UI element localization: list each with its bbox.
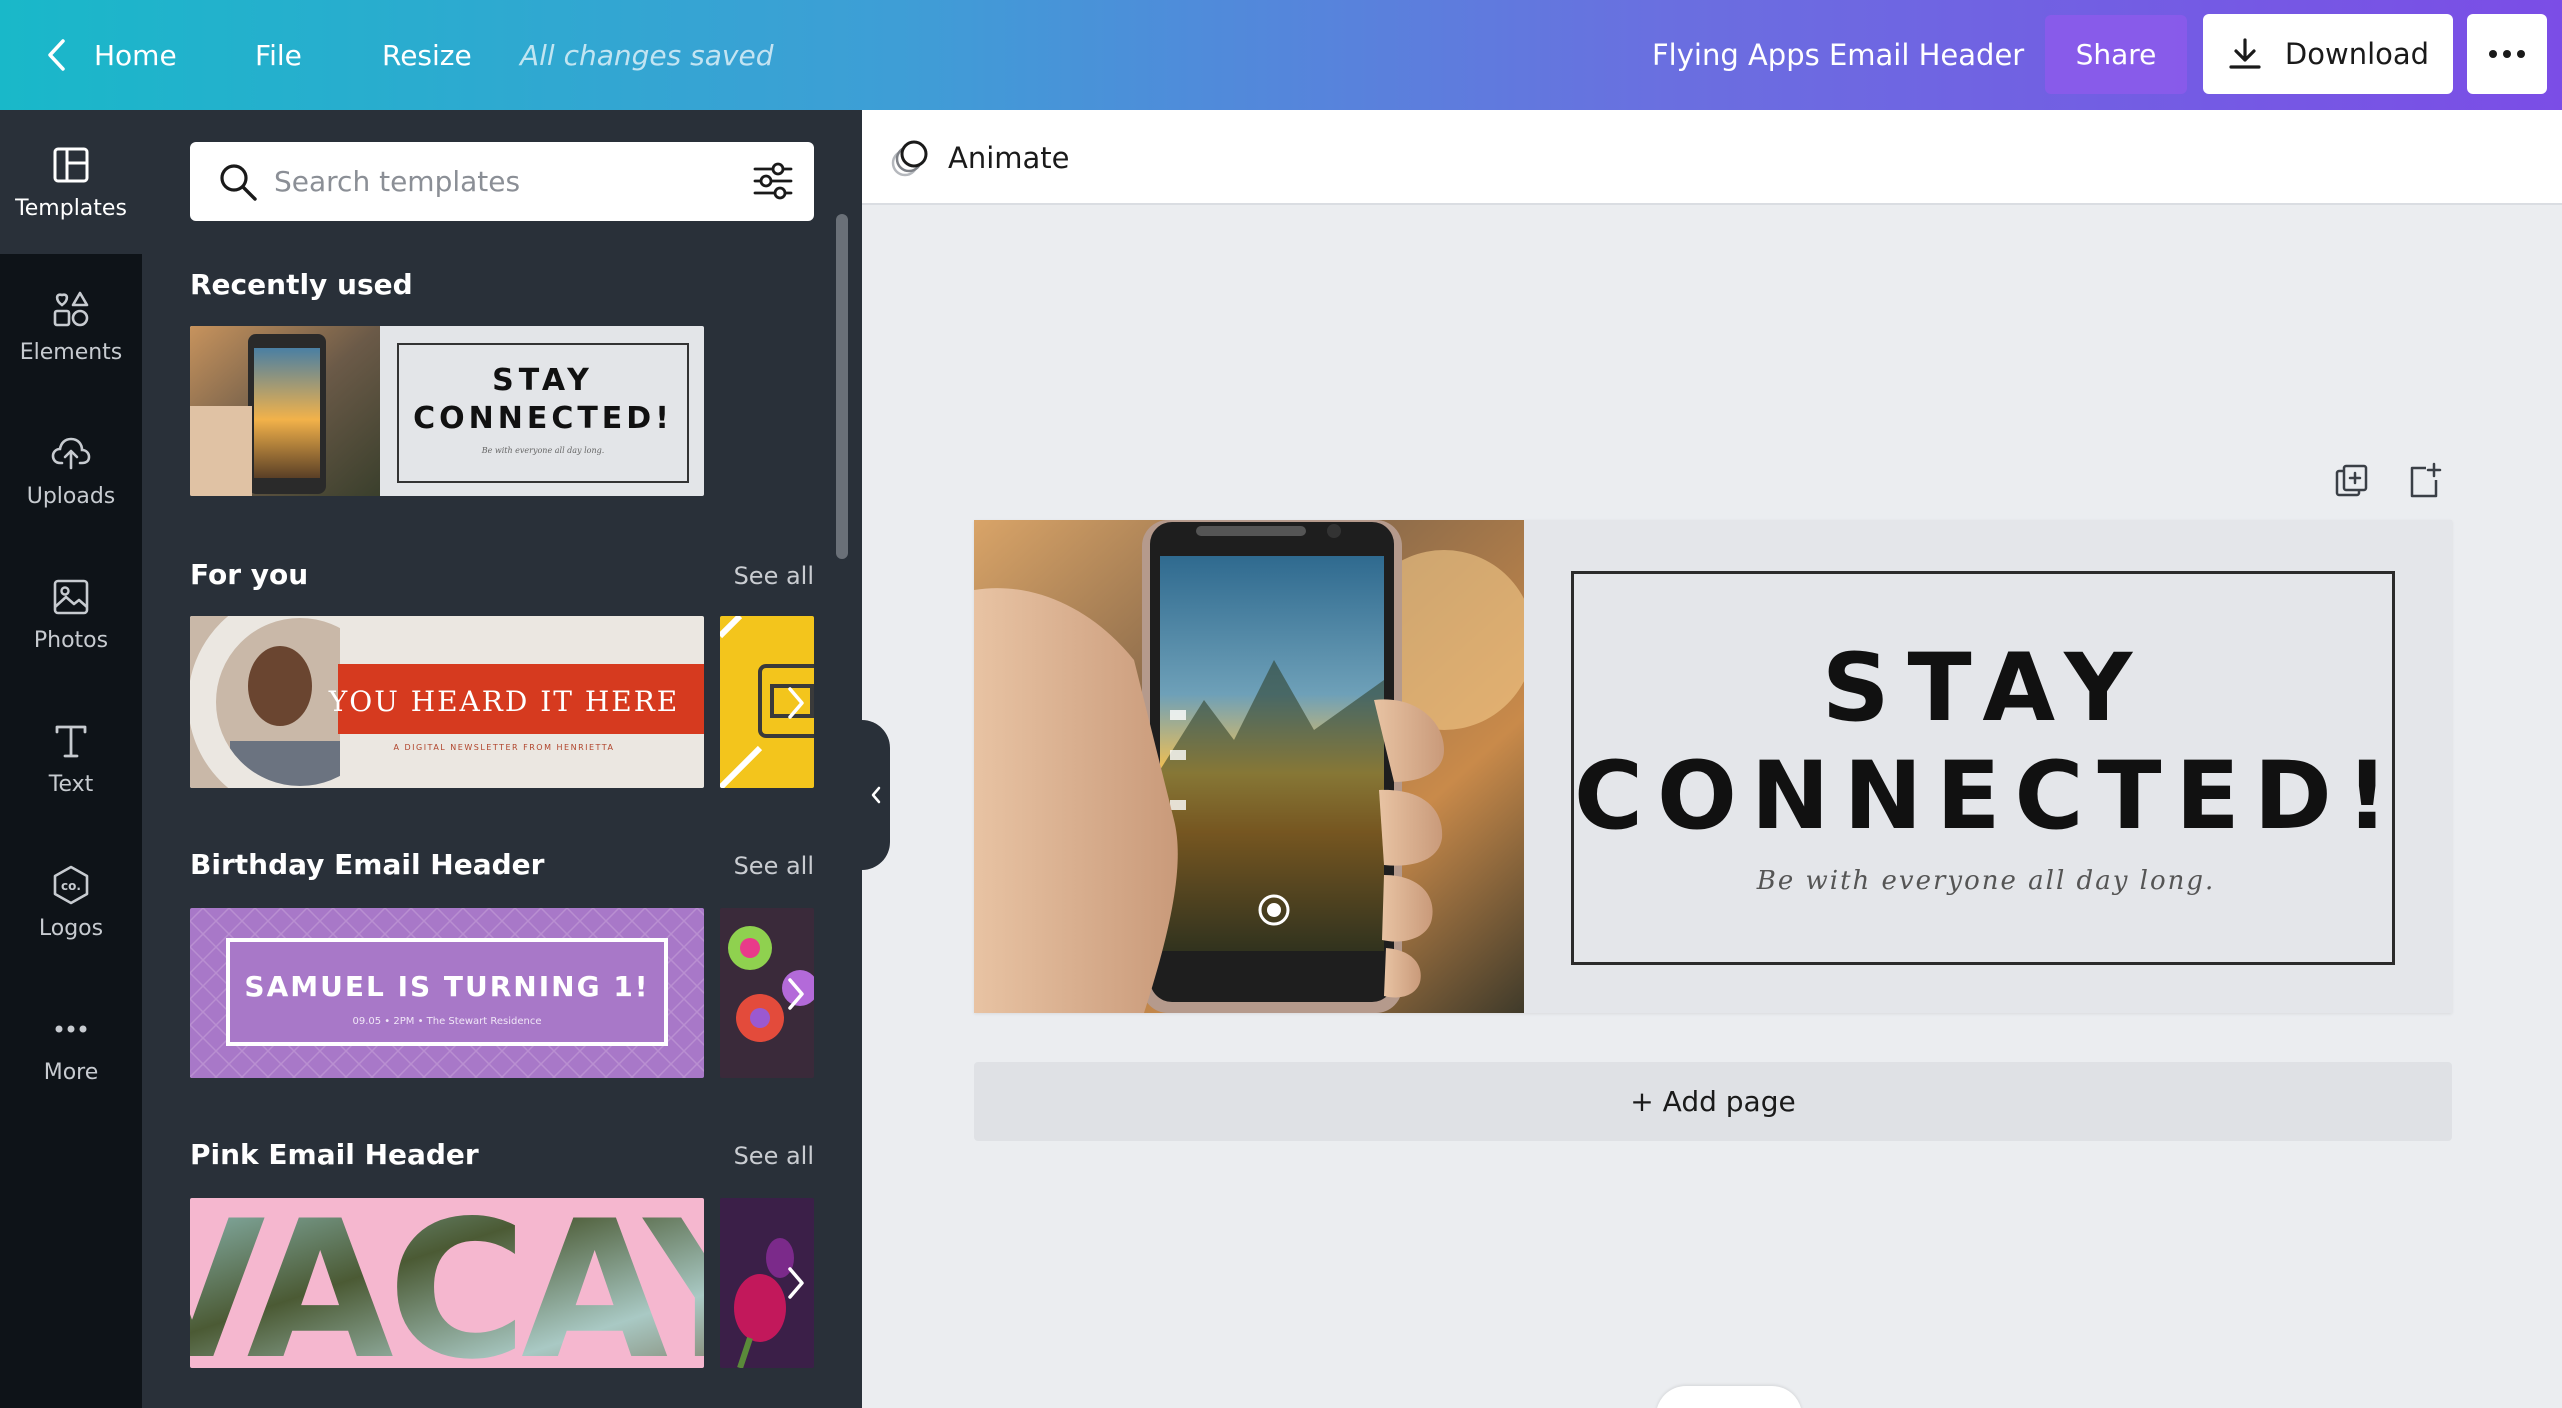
rail-item-logos[interactable]: co. Logos xyxy=(0,830,142,974)
animate-icon xyxy=(891,140,928,176)
search-icon xyxy=(220,164,257,201)
rail-label: More xyxy=(43,1059,99,1085)
rail-item-uploads[interactable]: Uploads xyxy=(0,398,142,542)
section-title-birthday: Birthday Email Header xyxy=(190,848,545,881)
design-canvas[interactable]: STAY CONNECTED! Be with everyone all day… xyxy=(974,520,2452,1013)
photo-icon xyxy=(53,579,89,614)
see-all-link-pink[interactable]: See all xyxy=(734,1142,814,1170)
search-box[interactable] xyxy=(190,142,814,221)
more-options-button[interactable] xyxy=(2467,14,2547,94)
duplicate-page-icon[interactable] xyxy=(2332,462,2372,502)
headline-line-2[interactable]: CONNECTED! xyxy=(1574,742,2398,851)
template-thumbnail-pink[interactable]: VACAY xyxy=(190,1198,704,1368)
thumb-text: VACAY xyxy=(190,1198,704,1368)
top-bar: Home File Resize All changes saved Flyin… xyxy=(0,0,2562,110)
rail-item-text[interactable]: Text xyxy=(0,686,142,830)
section-title-pink: Pink Email Header xyxy=(190,1138,479,1171)
ellipsis-icon xyxy=(2489,50,2525,58)
template-thumbnail-recent[interactable]: STAY CONNECTED! Be with everyone all day… xyxy=(190,326,704,496)
share-button[interactable]: Share xyxy=(2045,15,2187,94)
thumb-text: Be with everyone all day long. xyxy=(481,446,605,455)
elements-icon xyxy=(53,291,89,326)
templates-panel: Recently used STAY CONNECTED! Be with ev… xyxy=(142,110,862,1408)
resize-menu[interactable]: Resize xyxy=(382,0,472,110)
see-all-link-birthday[interactable]: See all xyxy=(734,852,814,880)
templates-icon xyxy=(53,147,89,182)
svg-text:co.: co. xyxy=(61,879,81,893)
thumb-text: 09.05 • 2PM • The Stewart Residence xyxy=(352,1016,541,1027)
rail-label: Text xyxy=(48,771,94,797)
thumb-text: A DIGITAL NEWSLETTER FROM HENRIETTA xyxy=(393,743,614,752)
animate-label: Animate xyxy=(948,140,1070,175)
rail-label: Templates xyxy=(15,195,127,221)
left-rail: Templates Elements Uploads Photos Text c… xyxy=(0,110,142,1408)
rail-label: Elements xyxy=(19,339,123,365)
thumb-text: STAY xyxy=(492,363,594,398)
animate-button[interactable]: Animate xyxy=(888,110,1070,205)
add-page-button[interactable]: + Add page xyxy=(974,1062,2452,1141)
rail-label: Uploads xyxy=(26,483,116,509)
rail-label: Logos xyxy=(38,915,104,941)
download-button[interactable]: Download xyxy=(2203,14,2453,94)
home-menu[interactable]: Home xyxy=(94,0,177,110)
back-chevron-icon[interactable] xyxy=(36,0,76,110)
collapse-panel-button[interactable] xyxy=(862,720,890,870)
thumb-text: CONNECTED! xyxy=(413,401,673,436)
download-label: Download xyxy=(2284,37,2430,71)
thumb-text: SAMUEL IS TURNING 1! xyxy=(244,970,649,1003)
section-title-recently-used: Recently used xyxy=(190,268,413,301)
chevron-right-icon[interactable] xyxy=(776,683,816,723)
template-thumbnail-for-you[interactable]: YOU HEARD IT HERE A DIGITAL NEWSLETTER F… xyxy=(190,616,704,788)
chevron-left-icon xyxy=(871,786,881,804)
cloud-upload-icon xyxy=(51,437,91,469)
rail-label: Photos xyxy=(33,627,109,653)
rail-item-more[interactable]: More xyxy=(0,974,142,1118)
see-all-link-for-you[interactable]: See all xyxy=(734,562,814,590)
notes-drawer-handle[interactable] xyxy=(1656,1386,1802,1408)
chevron-right-icon[interactable] xyxy=(776,974,816,1014)
headline-frame[interactable]: STAY CONNECTED! Be with everyone all day… xyxy=(1571,571,2395,965)
template-thumbnail-birthday[interactable]: SAMUEL IS TURNING 1! 09.05 • 2PM • The S… xyxy=(190,908,704,1078)
tagline[interactable]: Be with everyone all day long. xyxy=(1574,866,2398,896)
rail-item-photos[interactable]: Photos xyxy=(0,542,142,686)
design-title[interactable]: Flying Apps Email Header xyxy=(1652,0,2024,110)
save-status: All changes saved xyxy=(520,38,774,72)
search-input[interactable] xyxy=(274,142,714,221)
editor-toolbar: Animate xyxy=(862,110,2562,205)
text-icon xyxy=(55,725,87,757)
headline-line-1[interactable]: STAY xyxy=(1574,634,2398,743)
ellipsis-icon xyxy=(55,1025,87,1032)
hero-photo[interactable] xyxy=(974,520,1524,1013)
rail-item-templates[interactable]: Templates xyxy=(0,110,142,254)
panel-scrollbar[interactable] xyxy=(836,214,848,559)
download-icon xyxy=(2229,38,2261,69)
chevron-right-icon[interactable] xyxy=(776,1263,816,1303)
section-title-for-you: For you xyxy=(190,558,309,591)
rail-item-elements[interactable]: Elements xyxy=(0,254,142,398)
logo-icon: co. xyxy=(53,865,89,904)
filter-sliders-icon[interactable] xyxy=(750,158,796,204)
thumb-text: YOU HEARD IT HERE xyxy=(328,685,679,718)
file-menu[interactable]: File xyxy=(255,0,302,110)
add-page-icon[interactable] xyxy=(2404,462,2444,502)
